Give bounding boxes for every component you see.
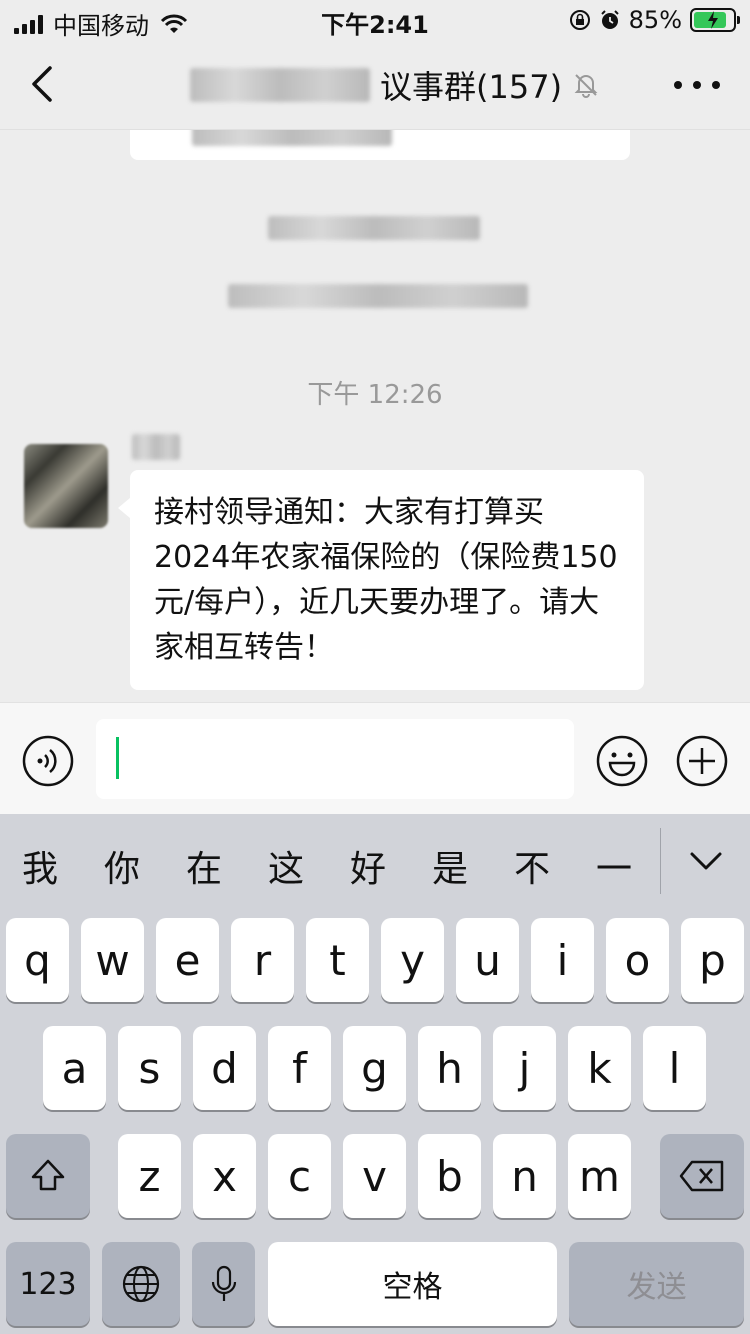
key-o[interactable]: o — [606, 918, 669, 1002]
candidate-word[interactable]: 不 — [512, 840, 552, 892]
blurred-group-name — [190, 68, 370, 102]
group-title-text: 议事群(157) — [380, 68, 563, 106]
charging-bolt-icon — [708, 11, 718, 29]
key-i[interactable]: i — [531, 918, 594, 1002]
key-b[interactable]: b — [418, 1134, 481, 1218]
chevron-down-icon[interactable] — [686, 844, 726, 876]
key-p[interactable]: p — [681, 918, 744, 1002]
battery-percent: 85% — [628, 6, 682, 34]
candidate-bar: 我 你 在 这 好 是 不 一 — [0, 814, 750, 910]
battery-icon — [690, 8, 740, 32]
delete-key[interactable] — [660, 1134, 744, 1218]
key-h[interactable]: h — [418, 1026, 481, 1110]
candidate-word[interactable]: 这 — [266, 840, 306, 892]
key-l[interactable]: l — [643, 1026, 706, 1110]
key-t[interactable]: t — [306, 918, 369, 1002]
candidate-word[interactable]: 你 — [102, 840, 142, 892]
candidate-word[interactable]: 一 — [594, 840, 634, 892]
key-e[interactable]: e — [156, 918, 219, 1002]
blurred-text — [192, 130, 392, 146]
key-z[interactable]: z — [118, 1134, 181, 1218]
sender-name — [132, 434, 180, 460]
key-f[interactable]: f — [268, 1026, 331, 1110]
emoji-icon[interactable] — [596, 735, 648, 787]
key-y[interactable]: y — [381, 918, 444, 1002]
key-m[interactable]: m — [568, 1134, 631, 1218]
message-text: 接村领导通知：大家有打算买2024年农家福保险的（保险费150元/每户），近几天… — [154, 495, 618, 665]
globe-icon — [122, 1265, 160, 1303]
candidate-word[interactable]: 好 — [348, 840, 388, 892]
key-u[interactable]: u — [456, 918, 519, 1002]
chat-title: 议事群(157) — [190, 62, 600, 108]
more-icon[interactable] — [674, 70, 720, 100]
shift-key[interactable] — [6, 1134, 90, 1218]
plus-icon[interactable] — [676, 735, 728, 787]
candidate-word[interactable]: 我 — [20, 840, 60, 892]
shift-icon — [31, 1159, 65, 1191]
key-c[interactable]: c — [268, 1134, 331, 1218]
time-divider: 下午 12:26 — [307, 380, 443, 410]
input-bar — [0, 702, 750, 814]
candidate-word[interactable]: 是 — [430, 840, 470, 892]
delete-icon — [679, 1160, 724, 1192]
key-w[interactable]: w — [81, 918, 144, 1002]
globe-key[interactable] — [102, 1242, 180, 1326]
key-g[interactable]: g — [343, 1026, 406, 1110]
blurred-system-message — [268, 216, 480, 240]
candidate-word[interactable]: 在 — [184, 840, 224, 892]
microphone-key[interactable] — [192, 1242, 255, 1326]
status-bar: 中国移动 下午2:41 85% — [0, 0, 750, 40]
mute-icon — [574, 74, 598, 98]
candidate-divider — [660, 828, 661, 894]
keyboard: 我 你 在 这 好 是 不 一 q w e r t y u i o p a s … — [0, 814, 750, 1334]
text-caret — [116, 737, 119, 779]
send-key[interactable]: 发送 — [569, 1242, 744, 1326]
avatar[interactable] — [24, 444, 108, 528]
voice-icon[interactable] — [22, 735, 74, 787]
key-j[interactable]: j — [493, 1026, 556, 1110]
chat-area[interactable]: 下午 12:26 接村领导通知：大家有打算买2024年农家福保险的（保险费150… — [0, 130, 750, 702]
key-a[interactable]: a — [43, 1026, 106, 1110]
key-r[interactable]: r — [231, 918, 294, 1002]
message-input[interactable] — [96, 719, 574, 799]
previous-message-bubble — [130, 130, 630, 160]
key-x[interactable]: x — [193, 1134, 256, 1218]
rotation-lock-icon — [569, 10, 590, 30]
blurred-system-message — [228, 284, 528, 308]
key-s[interactable]: s — [118, 1026, 181, 1110]
nav-bar: 议事群(157) — [0, 40, 750, 130]
message-bubble[interactable]: 接村领导通知：大家有打算买2024年农家福保险的（保险费150元/每户），近几天… — [118, 470, 644, 690]
key-n[interactable]: n — [493, 1134, 556, 1218]
key-v[interactable]: v — [343, 1134, 406, 1218]
key-d[interactable]: d — [193, 1026, 256, 1110]
alarm-icon — [600, 10, 619, 29]
key-k[interactable]: k — [568, 1026, 631, 1110]
key-q[interactable]: q — [6, 918, 69, 1002]
microphone-icon — [211, 1265, 236, 1301]
back-icon[interactable] — [22, 62, 66, 106]
space-key[interactable]: 空格 — [268, 1242, 557, 1326]
numbers-key[interactable]: 123 — [6, 1242, 90, 1326]
